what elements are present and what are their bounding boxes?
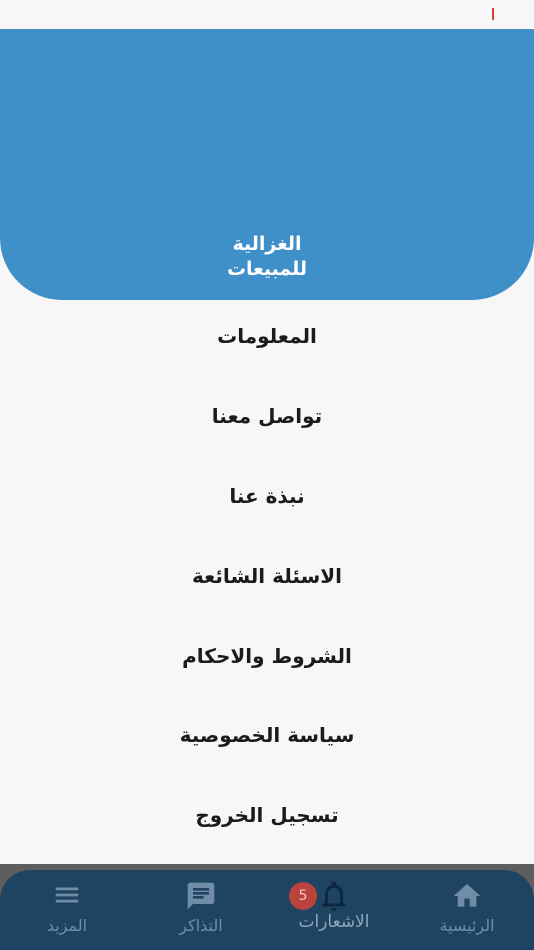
home-icon	[453, 884, 481, 907]
chat-icon	[187, 882, 215, 910]
store-name-line1: الغزالية	[232, 233, 302, 255]
menu-item-privacy-policy[interactable]: سياسة الخصوصية	[0, 705, 534, 765]
nav-tickets[interactable]: التذاكر	[134, 870, 268, 950]
nav-home-label: الرئيسية	[439, 916, 495, 935]
menu-item-info[interactable]: المعلومات	[0, 306, 534, 366]
battery-low-indicator	[492, 8, 494, 20]
nav-tickets-label: التذاكر	[179, 916, 223, 935]
menu-item-terms[interactable]: الشروط والاحكام	[0, 626, 534, 686]
store-name: الغزالية للمبيعات	[0, 232, 534, 282]
nav-more-label: المزيد	[46, 916, 88, 935]
nav-notifications[interactable]: 5 الاشعارات	[267, 870, 401, 950]
status-bar	[0, 0, 534, 29]
bell-icon	[322, 881, 346, 911]
notification-count-badge: 5	[289, 882, 317, 910]
nav-notifications-label: الاشعارات	[298, 912, 370, 932]
bottom-navigation: المزيد التذاكر 5 الاشعارات الرئيسية	[0, 870, 534, 950]
store-name-line2: للمبيعات	[226, 258, 308, 280]
nav-home[interactable]: الرئيسية	[400, 870, 534, 950]
menu-item-logout[interactable]: تسجيل الخروج	[0, 785, 534, 845]
menu-item-faq[interactable]: الاسئلة الشائعة	[0, 546, 534, 606]
menu-icon	[55, 887, 79, 903]
menu-item-contact-us[interactable]: تواصل معنا	[0, 386, 534, 446]
profile-header: الغزالية للمبيعات	[0, 29, 534, 300]
menu-item-about-us[interactable]: نبذة عنا	[0, 466, 534, 526]
nav-more[interactable]: المزيد	[0, 870, 134, 950]
